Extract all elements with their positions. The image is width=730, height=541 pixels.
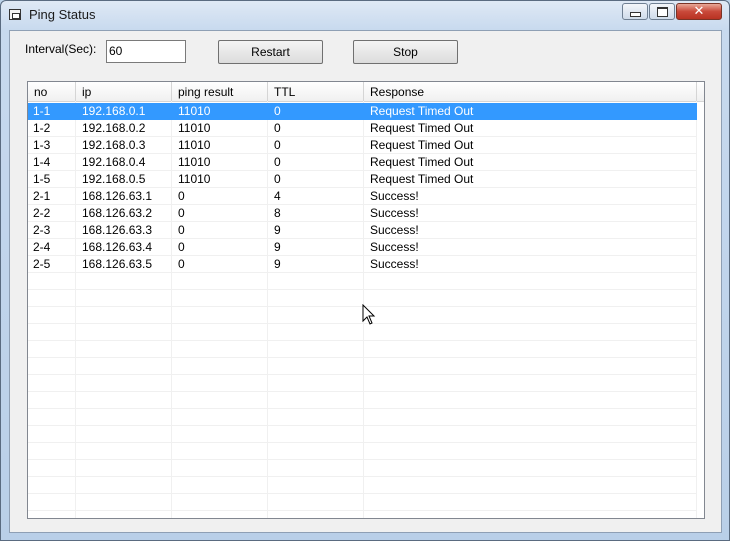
empty-row: [28, 273, 697, 290]
table-cell: 168.126.63.3: [82, 223, 153, 237]
table-cell: 1-2: [33, 121, 51, 135]
table-row[interactable]: 2-3 168.126.63.3 0 9 Success!: [28, 222, 697, 239]
column-header-ip[interactable]: ip: [76, 82, 172, 101]
table-cell: 9: [274, 257, 281, 271]
table-cell: 0: [178, 189, 185, 203]
ping-results-list[interactable]: no ip ping result TTL Response 1-1 192.16…: [27, 81, 705, 519]
table-cell: 11010: [178, 121, 211, 135]
table-row[interactable]: 2-5 168.126.63.5 0 9 Success!: [28, 256, 697, 273]
table-cell: Request Timed Out: [370, 121, 474, 135]
table-cell: 11010: [178, 172, 211, 186]
column-header-no[interactable]: no: [28, 82, 76, 101]
table-cell: Request Timed Out: [370, 155, 474, 169]
empty-row: [28, 375, 697, 392]
table-cell: 9: [274, 240, 281, 254]
table-cell: 2-3: [33, 223, 51, 237]
empty-row: [28, 358, 697, 375]
table-row[interactable]: 2-4 168.126.63.4 0 9 Success!: [28, 239, 697, 256]
table-row[interactable]: 2-1 168.126.63.1 0 4 Success!: [28, 188, 697, 205]
column-header-response[interactable]: Response: [364, 82, 697, 101]
empty-row: [28, 409, 697, 426]
table-cell: 0: [274, 121, 281, 135]
table-cell: 11010: [178, 104, 211, 118]
table-cell: 192.168.0.3: [82, 138, 146, 152]
table-cell: Success!: [370, 189, 419, 203]
table-cell: Request Timed Out: [370, 172, 474, 186]
app-window: Ping Status ✕ Interval(Sec): 60 Restart …: [0, 0, 730, 541]
client-area: Interval(Sec): 60 Restart Stop no ip pin…: [9, 30, 722, 533]
table-cell: 2-5: [33, 257, 51, 271]
table-cell: 2-2: [33, 206, 51, 220]
table-cell: Success!: [370, 206, 419, 220]
table-cell: 1-1: [33, 104, 51, 118]
table-row[interactable]: 1-1 192.168.0.1 11010 0 Request Timed Out: [28, 103, 697, 120]
interval-label: Interval(Sec):: [25, 42, 97, 56]
table-cell: 2-4: [33, 240, 51, 254]
table-cell: 168.126.63.2: [82, 206, 153, 220]
list-header: no ip ping result TTL Response: [28, 82, 704, 102]
maximize-icon: [656, 6, 668, 17]
table-cell: Success!: [370, 223, 419, 237]
table-cell: 168.126.63.4: [82, 240, 153, 254]
table-cell: 11010: [178, 138, 211, 152]
table-cell: 9: [274, 223, 281, 237]
table-cell: 8: [274, 206, 281, 220]
table-cell: 192.168.0.5: [82, 172, 146, 186]
table-cell: 192.168.0.1: [82, 104, 146, 118]
empty-row: [28, 392, 697, 409]
column-header-ping-result[interactable]: ping result: [172, 82, 268, 101]
table-cell: 192.168.0.4: [82, 155, 146, 169]
window-title: Ping Status: [29, 7, 96, 22]
stop-button[interactable]: Stop: [353, 40, 458, 64]
table-cell: 1-3: [33, 138, 51, 152]
table-row[interactable]: 1-2 192.168.0.2 11010 0 Request Timed Out: [28, 120, 697, 137]
table-cell: 0: [178, 206, 185, 220]
table-row[interactable]: 1-5 192.168.0.5 11010 0 Request Timed Out: [28, 171, 697, 188]
maximize-button[interactable]: [649, 3, 675, 20]
table-cell: 0: [178, 240, 185, 254]
empty-row: [28, 324, 697, 341]
close-icon: ✕: [693, 4, 705, 19]
interval-input[interactable]: 60: [106, 40, 186, 63]
table-cell: 2-1: [33, 189, 51, 203]
table-cell: Success!: [370, 257, 419, 271]
table-cell: 168.126.63.5: [82, 257, 153, 271]
mouse-cursor-icon: [362, 304, 376, 325]
table-row[interactable]: 2-2 168.126.63.2 0 8 Success!: [28, 205, 697, 222]
minimize-icon: [629, 12, 641, 17]
empty-row: [28, 443, 697, 460]
table-row[interactable]: 1-4 192.168.0.4 11010 0 Request Timed Out: [28, 154, 697, 171]
restart-button[interactable]: Restart: [218, 40, 323, 64]
empty-row: [28, 477, 697, 494]
table-cell: Request Timed Out: [370, 104, 474, 118]
empty-row: [28, 426, 697, 443]
table-cell: Request Timed Out: [370, 138, 474, 152]
table-cell: 0: [178, 223, 185, 237]
empty-row: [28, 460, 697, 477]
table-cell: 192.168.0.2: [82, 121, 146, 135]
table-cell: 0: [274, 138, 281, 152]
table-cell: 11010: [178, 155, 211, 169]
table-cell: Success!: [370, 240, 419, 254]
table-cell: 0: [178, 257, 185, 271]
table-cell: 0: [274, 104, 281, 118]
minimize-button[interactable]: [622, 3, 648, 20]
close-button[interactable]: ✕: [676, 3, 722, 20]
empty-row: [28, 341, 697, 358]
table-row[interactable]: 1-3 192.168.0.3 11010 0 Request Timed Out: [28, 137, 697, 154]
table-cell: 168.126.63.1: [82, 189, 153, 203]
column-header-ttl[interactable]: TTL: [268, 82, 364, 101]
empty-row: [28, 494, 697, 511]
table-cell: 1-4: [33, 155, 51, 169]
table-cell: 1-5: [33, 172, 51, 186]
table-cell: 0: [274, 172, 281, 186]
table-cell: 4: [274, 189, 281, 203]
title-bar[interactable]: Ping Status ✕: [1, 1, 729, 29]
table-cell: 0: [274, 155, 281, 169]
window-icon[interactable]: [9, 9, 21, 20]
